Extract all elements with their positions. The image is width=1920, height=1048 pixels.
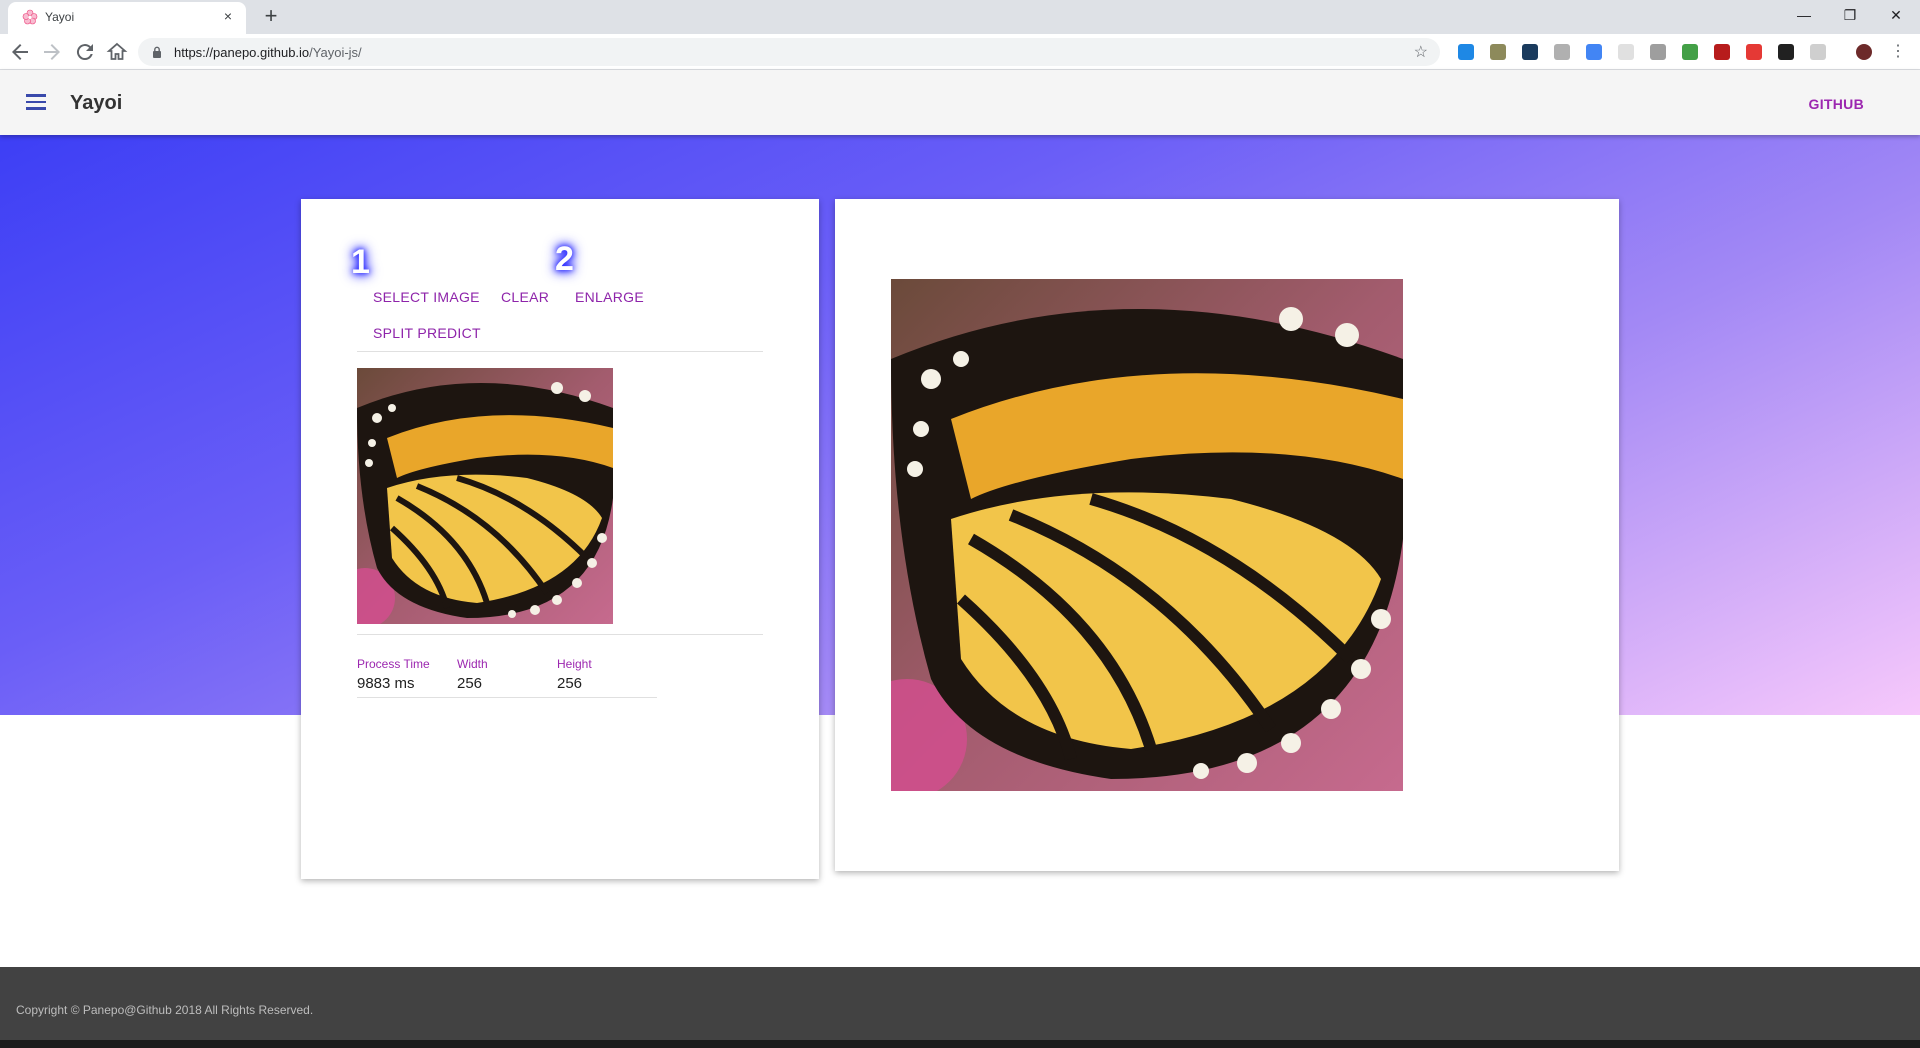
forward-icon[interactable]: [40, 40, 64, 64]
height-value: 256: [557, 675, 583, 692]
divider: [357, 351, 763, 352]
url-path: /Yayoi-js/: [309, 45, 362, 60]
browser-tab[interactable]: Yayoi ×: [8, 2, 246, 34]
os-taskbar: [0, 1040, 1920, 1048]
height-label: Height: [557, 657, 592, 671]
clear-button[interactable]: CLEAR: [501, 289, 549, 305]
control-card: 1 2 SELECT IMAGE CLEAR ENLARGE SPLIT PRE…: [301, 199, 819, 879]
back-icon[interactable]: [8, 40, 32, 64]
star-icon[interactable]: ☆: [1414, 42, 1428, 62]
split-predict-button[interactable]: SPLIT PREDICT: [373, 325, 481, 341]
browser-tab-strip: Yayoi × + — ❐ ✕: [0, 0, 1920, 34]
extension-icon[interactable]: [1650, 44, 1666, 60]
process-time-label: Process Time: [357, 657, 430, 671]
width-value: 256: [457, 675, 483, 692]
url-host: https://panepo.github.io: [174, 45, 310, 60]
butterfly-thumbnail-image: [357, 368, 613, 624]
enlarged-output-image: [891, 279, 1403, 791]
app-title: Yayoi: [70, 92, 123, 114]
extension-icon[interactable]: [1682, 44, 1698, 60]
url-text: https://panepo.github.io/Yayoi-js/: [174, 45, 362, 60]
width-label: Width: [457, 657, 488, 671]
address-bar[interactable]: https://panepo.github.io/Yayoi-js/ ☆: [138, 38, 1440, 66]
minimize-button[interactable]: —: [1792, 4, 1816, 26]
divider: [357, 634, 763, 635]
extension-icon[interactable]: [1746, 44, 1762, 60]
process-time-value: 9883 ms: [357, 675, 415, 692]
annotation-marker-2: 2: [555, 240, 574, 278]
enlarge-button[interactable]: ENLARGE: [575, 289, 644, 305]
extension-icon[interactable]: [1554, 44, 1570, 60]
profile-avatar[interactable]: [1856, 44, 1872, 60]
divider: [357, 697, 657, 698]
reload-icon[interactable]: [73, 40, 97, 64]
browser-toolbar: https://panepo.github.io/Yayoi-js/ ☆ ⋮: [0, 34, 1920, 70]
extension-icon[interactable]: [1778, 44, 1794, 60]
cherry-blossom-icon: [22, 9, 38, 25]
extension-icon[interactable]: [1714, 44, 1730, 60]
annotation-marker-1: 1: [351, 243, 370, 281]
input-image-thumbnail: [357, 368, 613, 624]
restore-button[interactable]: ❐: [1838, 4, 1862, 26]
tab-title: Yayoi: [45, 10, 75, 24]
butterfly-enlarged-image: [891, 279, 1403, 791]
output-card: [835, 199, 1619, 871]
home-icon[interactable]: [105, 40, 129, 64]
close-window-button[interactable]: ✕: [1884, 4, 1908, 26]
extension-icon[interactable]: [1458, 44, 1474, 60]
lock-icon: [153, 46, 161, 58]
extension-icon[interactable]: [1522, 44, 1538, 60]
extension-icon[interactable]: [1618, 44, 1634, 60]
page-footer: Copyright © Panepo@Github 2018 All Right…: [0, 967, 1920, 1040]
menu-kebab-icon[interactable]: ⋮: [1886, 40, 1910, 64]
extension-icon[interactable]: [1586, 44, 1602, 60]
extension-icon[interactable]: [1810, 44, 1826, 60]
tab-close-icon[interactable]: ×: [220, 8, 236, 24]
select-image-button[interactable]: SELECT IMAGE: [373, 289, 480, 305]
new-tab-button[interactable]: +: [259, 5, 283, 29]
github-link[interactable]: GITHUB: [1809, 96, 1864, 112]
app-bar: Yayoi GITHUB: [0, 70, 1920, 135]
hamburger-menu-icon[interactable]: [26, 94, 46, 110]
extension-icon[interactable]: [1490, 44, 1506, 60]
copyright-text: Copyright © Panepo@Github 2018 All Right…: [16, 1003, 314, 1017]
